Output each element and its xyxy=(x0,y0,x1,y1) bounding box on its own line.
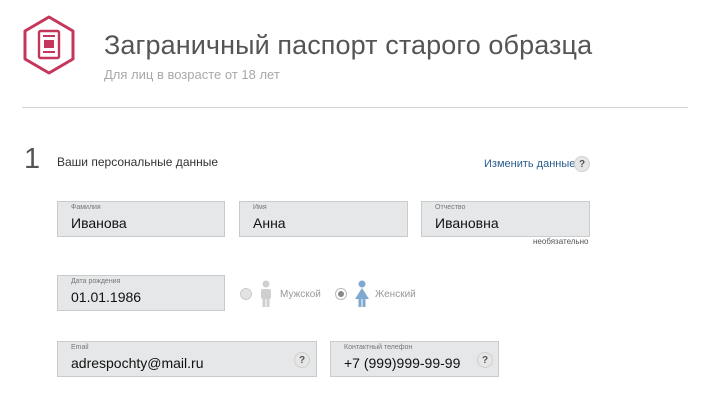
birthdate-value: 01.01.1986 xyxy=(71,289,142,305)
birthdate-field[interactable]: Дата рождения 01.01.1986 xyxy=(57,275,225,311)
phone-value: +7 (999)999-99-99 xyxy=(344,355,461,371)
page-subtitle: Для лиц в возрасте от 18 лет xyxy=(104,67,280,82)
phone-label: Контактный телефон xyxy=(344,344,413,351)
gender-male-radio[interactable] xyxy=(240,288,252,300)
page-title: Заграничный паспорт старого образца xyxy=(104,30,593,60)
header-divider xyxy=(22,107,688,108)
female-person-icon xyxy=(353,280,371,308)
email-field[interactable]: Email adrespochty@mail.ru xyxy=(57,341,317,377)
surname-field[interactable]: Фамилия Иванова xyxy=(57,201,225,237)
patronymic-value: Ивановна xyxy=(435,215,499,231)
gender-male-label[interactable]: Мужской xyxy=(280,289,321,300)
passport-logo-icon xyxy=(18,14,80,76)
name-field[interactable]: Имя Анна xyxy=(239,201,408,237)
step-number: 1 xyxy=(24,143,41,175)
name-label: Имя xyxy=(253,204,267,211)
phone-field[interactable]: Контактный телефон +7 (999)999-99-99 xyxy=(330,341,499,377)
email-help-icon[interactable]: ? xyxy=(294,352,310,368)
change-data-help-icon[interactable]: ? xyxy=(574,156,590,172)
email-value: adrespochty@mail.ru xyxy=(71,355,204,371)
email-label: Email xyxy=(71,344,89,351)
patronymic-field[interactable]: Отчество Ивановна xyxy=(421,201,590,237)
surname-label: Фамилия xyxy=(71,204,101,211)
section-title: Ваши персональные данные xyxy=(57,155,219,169)
change-data-link[interactable]: Изменить данные xyxy=(484,158,575,170)
birthdate-label: Дата рождения xyxy=(71,278,121,285)
surname-value: Иванова xyxy=(71,215,127,231)
male-person-icon xyxy=(258,280,274,308)
patronymic-label: Отчество xyxy=(435,204,466,211)
patronymic-optional-note: необязательно xyxy=(533,237,589,246)
gender-female-radio[interactable] xyxy=(335,288,347,300)
gender-female-label[interactable]: Женский xyxy=(375,289,416,300)
phone-help-icon[interactable]: ? xyxy=(477,352,493,368)
name-value: Анна xyxy=(253,215,286,231)
